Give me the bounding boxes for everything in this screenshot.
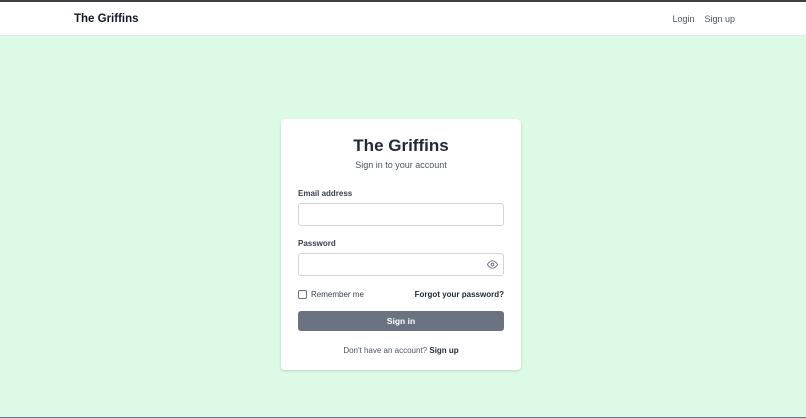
remember-me-checkbox[interactable]: [298, 290, 307, 299]
forgot-password-link[interactable]: Forgot your password?: [415, 290, 504, 299]
password-label: Password: [298, 239, 336, 248]
email-label: Email address: [298, 189, 353, 198]
remember-me-label[interactable]: Remember me: [311, 290, 364, 299]
brand-logo-text[interactable]: The Griffins: [74, 13, 139, 25]
top-navbar: The Griffins Login Sign up: [0, 2, 806, 36]
remember-me: Remember me: [298, 290, 364, 299]
password-field[interactable]: [298, 253, 504, 276]
signup-prompt-line: Don't have an account? Sign up: [298, 346, 504, 355]
nav-signup-link[interactable]: Sign up: [704, 14, 735, 24]
login-card: The Griffins Sign in to your account Ema…: [281, 119, 521, 370]
signup-link[interactable]: Sign up: [429, 346, 458, 355]
options-row: Remember me Forgot your password?: [298, 289, 504, 300]
nav-links: Login Sign up: [672, 14, 735, 24]
card-title: The Griffins: [353, 136, 449, 155]
nav-login-link[interactable]: Login: [672, 14, 694, 24]
card-subtitle: Sign in to your account: [355, 160, 447, 170]
password-field-wrapper: [298, 253, 504, 276]
signup-prompt-text: Don't have an account?: [343, 346, 428, 355]
email-field[interactable]: [298, 203, 504, 226]
sign-in-button[interactable]: Sign in: [298, 311, 504, 331]
email-field-wrapper: [298, 203, 504, 226]
eye-icon[interactable]: [487, 259, 498, 270]
